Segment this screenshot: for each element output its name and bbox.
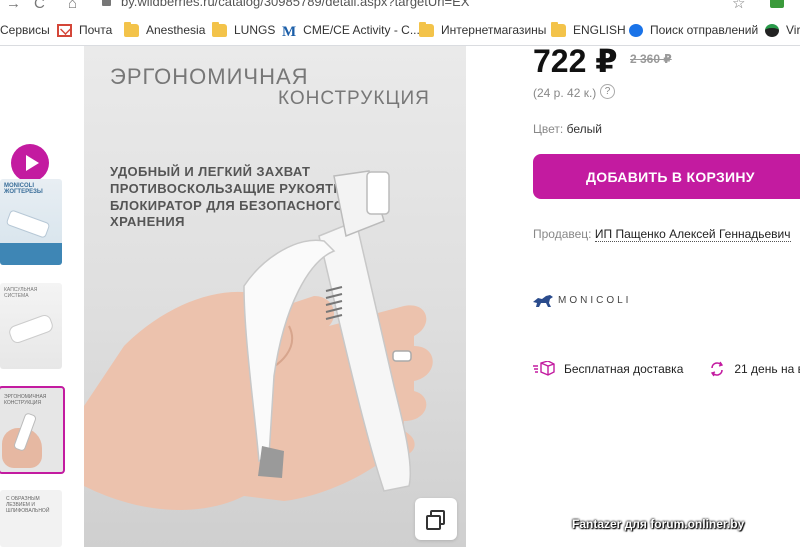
bookmark-cme[interactable]: M CME/CE Activity - C... (282, 21, 420, 40)
bookmark-lungs[interactable]: LUNGS (212, 21, 275, 39)
returns-info: 21 день на во (709, 361, 800, 377)
bookmark-services[interactable]: Сервисы (0, 21, 50, 39)
folder-icon (212, 21, 227, 37)
color-info: Цвет: белый (533, 122, 602, 136)
color-label: Цвет: (533, 122, 564, 136)
bookmark-mail[interactable]: Почта (57, 21, 112, 39)
virus-icon (765, 23, 779, 37)
nail-clipper-illustration (84, 170, 433, 510)
thumbnail-text: КАПСУЛЬНАЯ СИСТЕМА (4, 287, 38, 299)
delivery-info: Бесплатная доставка 21 день на во (533, 361, 800, 377)
dog-logo-icon (533, 295, 553, 307)
extension-icon[interactable] (770, 0, 784, 8)
brand-name: MONICOLI (558, 294, 632, 306)
bookmark-label: ENGLISH (573, 23, 626, 37)
add-to-cart-button[interactable]: ДОБАВИТЬ В КОРЗИНУ (533, 154, 800, 199)
url-field[interactable]: by.wildberries.ru/catalog/30985789/detai… (121, 0, 469, 9)
bookmark-shops[interactable]: Интернетмагазины (419, 21, 546, 39)
bookmark-label: Anesthesia (146, 23, 206, 37)
reload-icon[interactable]: C (34, 0, 45, 12)
bookmark-tracking[interactable]: Поиск отправлений (629, 21, 758, 39)
copy-icon[interactable] (415, 498, 457, 540)
bookmark-label: Vir (786, 23, 800, 37)
old-price: 2 360 ₽ (630, 52, 672, 66)
bookmark-vir[interactable]: Vir (765, 21, 800, 39)
bookmark-anesthesia[interactable]: Anesthesia (124, 21, 205, 39)
thumbnail-2[interactable]: КАПСУЛЬНАЯ СИСТЕМА (0, 283, 62, 369)
delivery-text: Бесплатная доставка (564, 362, 684, 376)
thumbnail-text: С ОБРАЗНЫМ ЛЕЗВИЕМ И ШЛИФОВАЛЬНОЙ (6, 496, 50, 514)
color-value: белый (566, 122, 602, 136)
bookmark-label: Поиск отправлений (650, 23, 759, 37)
thumbnail-text: MONICOLI ЖОГТЕРЕЗЫ (4, 183, 43, 195)
product-image[interactable]: ЭРГОНОМИЧНАЯ КОНСТРУКЦИЯ УДОБНЫЙ И ЛЕГКИ… (84, 46, 466, 547)
home-icon[interactable]: ⌂ (68, 0, 77, 12)
brand-logo[interactable]: MONICOLI (532, 292, 631, 308)
bookmark-label: Сервисы (0, 23, 50, 37)
thumbnail-1[interactable]: MONICOLI ЖОГТЕРЕЗЫ (0, 179, 62, 265)
thumbnail-3-selected[interactable]: ЭРГОНОМИЧНАЯ КОНСТРУКЦИЯ (0, 386, 65, 474)
thumbnail-4[interactable]: С ОБРАЗНЫМ ЛЕЗВИЕМ И ШЛИФОВАЛЬНОЙ (0, 490, 62, 547)
folder-icon (551, 21, 566, 37)
unit-price: (24 р. 42 к.) (533, 86, 597, 100)
bookmark-label: Почта (79, 23, 113, 37)
return-arrows-icon (711, 361, 724, 377)
gmail-icon (57, 23, 72, 37)
bookmark-label: Интернетмагазины (441, 23, 547, 37)
lock-icon (102, 0, 111, 6)
play-video-icon[interactable] (11, 144, 49, 182)
seller-link[interactable]: ИП Пащенко Алексей Геннадьевич (594, 227, 791, 242)
bookmark-english[interactable]: ENGLISH (551, 21, 626, 39)
address-bar: → C ⌂ by.wildberries.ru/catalog/30985789… (0, 0, 800, 14)
seller-label: Продавец: (533, 227, 592, 241)
returns-text: 21 день на во (734, 362, 800, 376)
bookmarks-bar: Сервисы Почта Anesthesia LUNGS M CME/CE … (0, 14, 800, 46)
current-price: 722 ₽ (533, 43, 618, 79)
tracking-icon (629, 23, 643, 37)
forward-icon[interactable]: → (6, 0, 21, 12)
box-delivery-icon (533, 361, 555, 376)
seller-info: Продавец: ИП Пащенко Алексей Геннадьевич (533, 227, 791, 242)
thumbnail-gallery: MONICOLI ЖОГТЕРЕЗЫ КАПСУЛЬНАЯ СИСТЕМА ЭР… (0, 46, 70, 547)
bookmark-label: CME/CE Activity - C... (303, 23, 420, 37)
bookmark-label: LUNGS (234, 23, 276, 37)
help-icon[interactable]: ? (600, 84, 615, 99)
medscape-icon: M (282, 23, 297, 40)
folder-icon (419, 21, 434, 37)
thumbnail-text: ЭРГОНОМИЧНАЯ КОНСТРУКЦИЯ (4, 394, 47, 406)
folder-icon (124, 21, 139, 37)
bookmark-star-icon[interactable]: ☆ (732, 0, 745, 12)
forum-watermark: Fantazer для forum.onliner.by (572, 517, 745, 531)
